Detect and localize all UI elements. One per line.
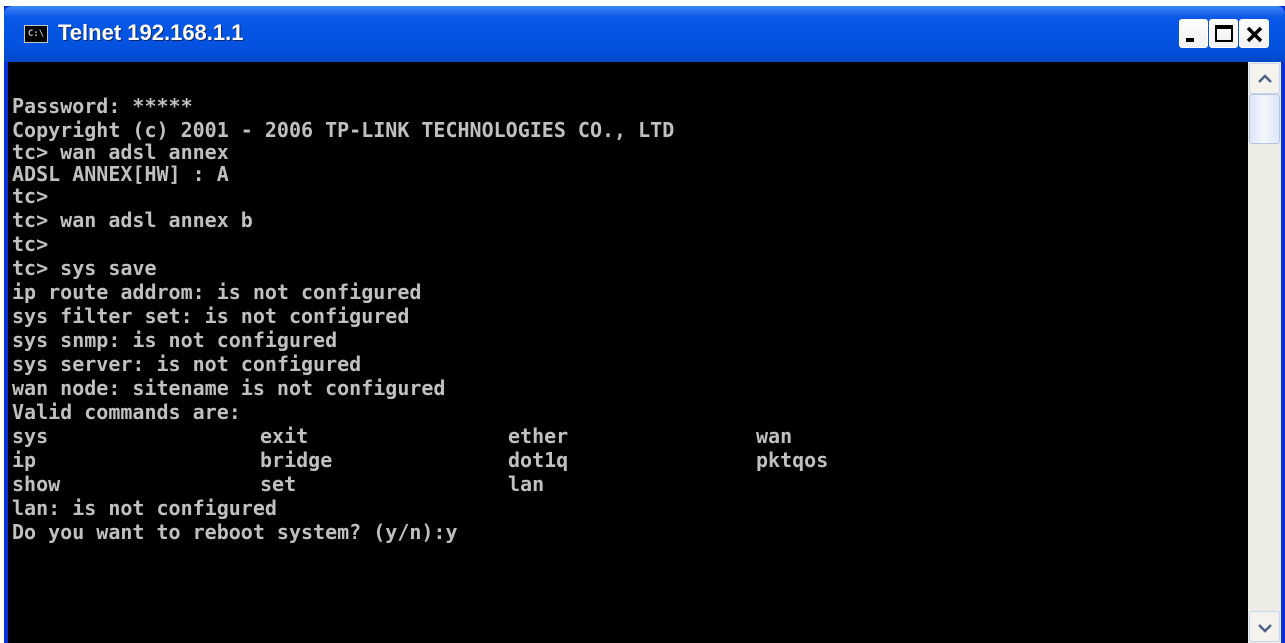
maximize-button[interactable]	[1209, 19, 1238, 48]
terminal-line: ip route addrom: is not configured	[12, 280, 422, 304]
terminal-line: Password: *****	[12, 94, 193, 118]
terminal-line: tc> wan adsl annex b	[12, 208, 253, 232]
command-cell: dot1q	[508, 448, 569, 472]
command-cell: ether	[508, 424, 569, 448]
terminal-line: lan: is not configured	[12, 496, 277, 520]
terminal-line: Valid commands are:	[12, 400, 241, 424]
terminal-line: sys server: is not configured	[12, 352, 362, 376]
command-cell: set	[260, 472, 297, 496]
vertical-scrollbar[interactable]	[1248, 62, 1281, 643]
command-cell: ip	[12, 448, 37, 472]
terminal-line: Copyright (c) 2001 - 2006 TP-LINK TECHNO…	[12, 118, 675, 142]
command-cell: pktqos	[756, 448, 829, 472]
console-icon[interactable]: C:\	[24, 25, 48, 43]
scroll-down-button[interactable]	[1249, 611, 1280, 642]
command-cell: sys	[12, 424, 49, 448]
close-icon	[1246, 26, 1263, 43]
command-cell: exit	[260, 424, 309, 448]
minimize-icon	[1186, 38, 1194, 42]
command-row: sys exit ether wan	[12, 424, 912, 448]
window-title: Telnet 192.168.1.1	[58, 20, 244, 45]
command-row: show set lan	[12, 472, 912, 496]
terminal-line: sys filter set: is not configured	[12, 304, 410, 328]
scroll-thumb[interactable]	[1249, 94, 1280, 144]
window-frame-right	[1281, 62, 1285, 643]
telnet-window: C:\ Telnet 192.168.1.1 Password: ***** C…	[4, 6, 1285, 643]
command-cell: lan	[508, 472, 545, 496]
terminal-line: tc> sys save	[12, 256, 157, 280]
terminal-line: tc> wan adsl annex	[12, 140, 229, 164]
terminal-line: wan node: sitename is not configured	[12, 376, 446, 400]
terminal-prompt-line: Do you want to reboot system? (y/n):y	[12, 520, 458, 544]
minimize-button[interactable]	[1179, 19, 1208, 48]
arrow-down-icon	[1258, 624, 1272, 633]
terminal-line: ADSL ANNEX[HW] : A	[12, 162, 229, 186]
arrow-up-icon	[1258, 74, 1272, 83]
command-cell: show	[12, 472, 61, 496]
terminal-line: sys snmp: is not configured	[12, 328, 338, 352]
maximize-icon	[1215, 25, 1233, 42]
close-button[interactable]	[1239, 19, 1269, 48]
terminal-line: tc>	[12, 232, 49, 256]
command-cell: bridge	[260, 448, 333, 472]
terminal-line: tc>	[12, 184, 49, 208]
command-cell: wan	[756, 424, 793, 448]
terminal-output[interactable]: Password: ***** Copyright (c) 2001 - 200…	[8, 62, 1248, 643]
title-bar[interactable]: C:\ Telnet 192.168.1.1	[4, 6, 1285, 62]
scroll-up-button[interactable]	[1249, 63, 1280, 94]
command-row: ip bridge dot1q pktqos	[12, 448, 912, 472]
